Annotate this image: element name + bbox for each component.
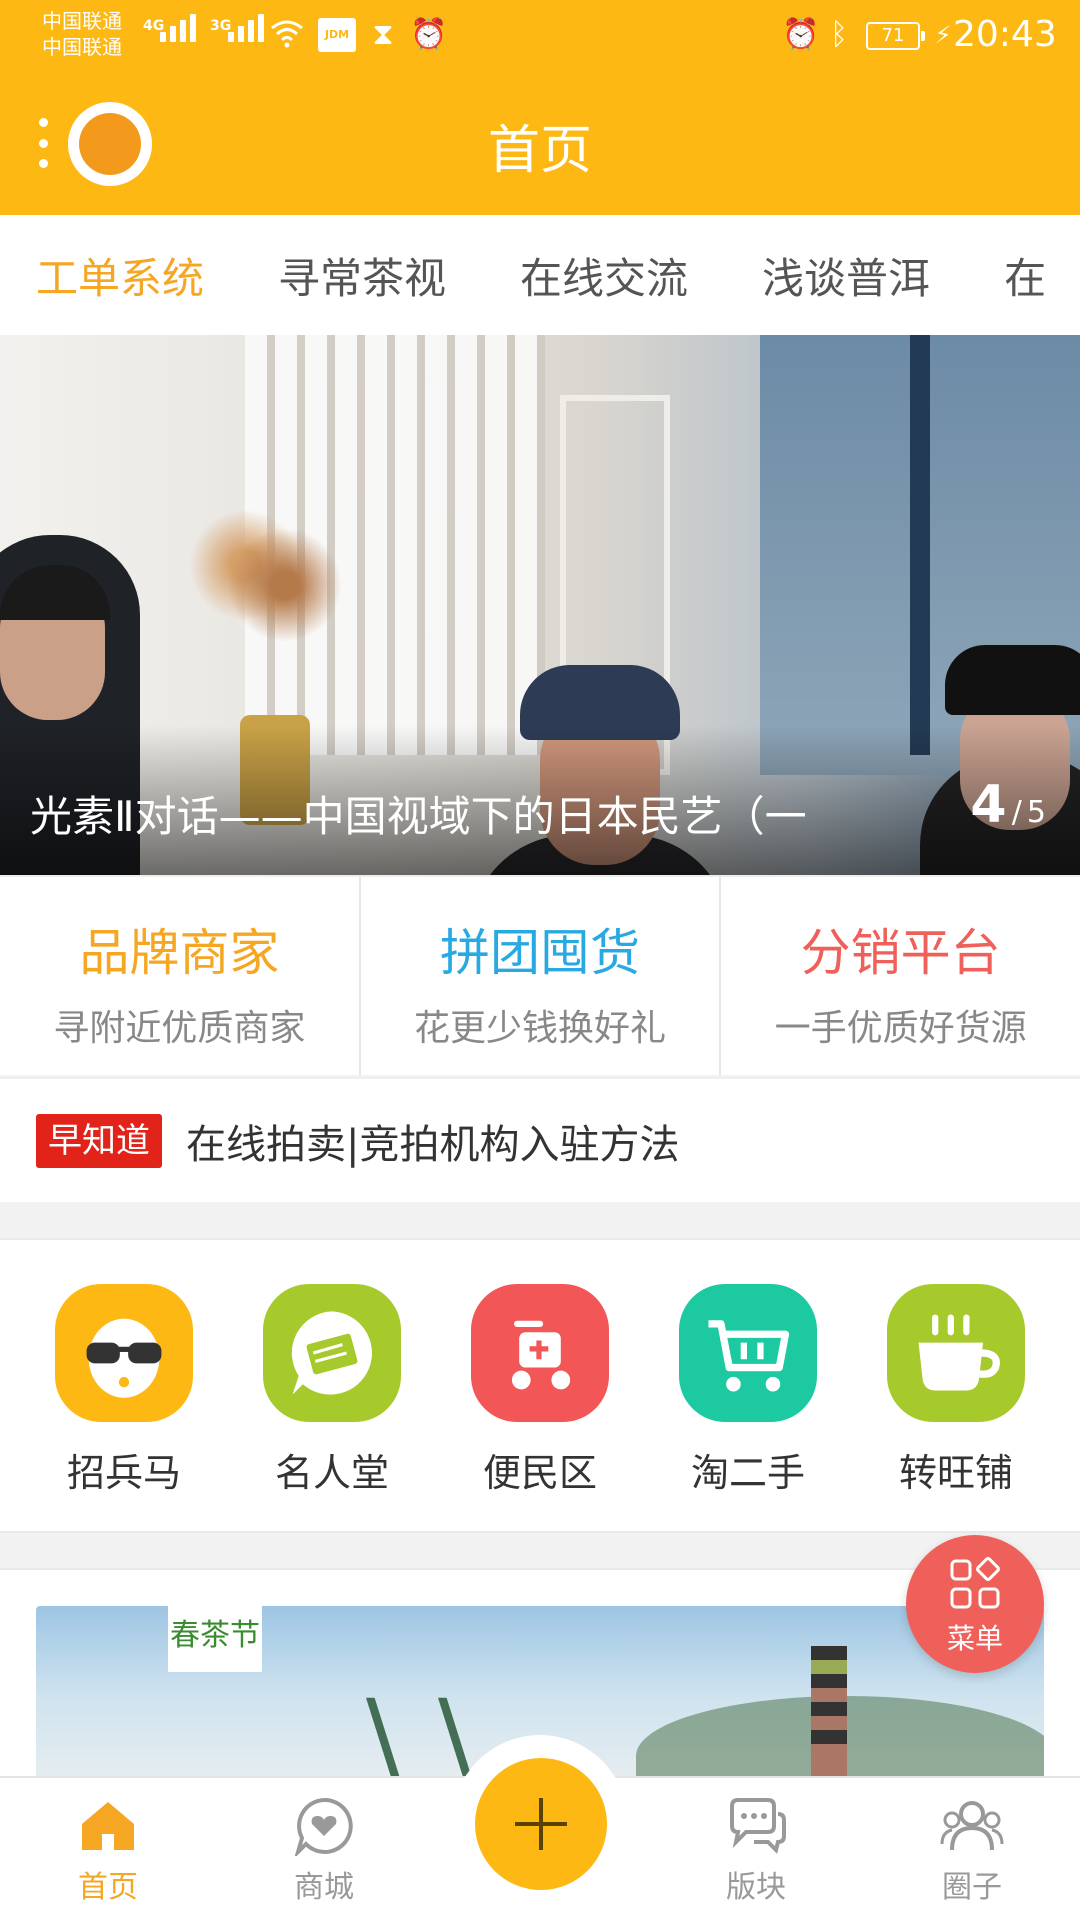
promo-title: 品牌商家 bbox=[79, 924, 280, 982]
bluetooth-icon: ᛒ bbox=[830, 17, 848, 52]
banner-logo: 春茶节 bbox=[168, 1606, 262, 1672]
promo-subtitle: 花更少钱换好礼 bbox=[414, 1008, 667, 1049]
status-time: 20:43 bbox=[953, 14, 1057, 55]
add-post-button[interactable] bbox=[475, 1758, 607, 1890]
ticker-badge: 早知道 bbox=[36, 1113, 162, 1168]
category-tabs: 工单系统 寻常茶视 在线交流 浅谈普洱 在 bbox=[0, 215, 1080, 335]
quick-item-convenience[interactable]: 便民区 bbox=[450, 1284, 630, 1531]
quick-item-label: 名人堂 bbox=[274, 1451, 389, 1495]
heart-bubble-icon bbox=[293, 1797, 353, 1859]
promo-subtitle: 寻附近优质商家 bbox=[53, 1008, 306, 1049]
alarm-app-icon: ⏰ bbox=[410, 17, 448, 52]
quick-item-label: 淘二手 bbox=[690, 1451, 805, 1495]
tab-online-chat[interactable]: 在线交流 bbox=[520, 245, 688, 306]
carousel-current: 4 bbox=[970, 775, 1007, 835]
brush-calligraphy: \ \ bbox=[366, 1676, 476, 1786]
carrier-1: 中国联通 bbox=[42, 9, 122, 33]
promo-group-buy[interactable]: 拼团囤货 花更少钱换好礼 bbox=[361, 877, 722, 1075]
tab-work-order[interactable]: 工单系统 bbox=[36, 245, 204, 306]
app-header: 首页 bbox=[0, 70, 1080, 215]
coffee-cup-icon bbox=[887, 1284, 1025, 1422]
quick-item-secondhand[interactable]: 淘二手 bbox=[658, 1284, 838, 1531]
nav-sections[interactable]: 版块 bbox=[648, 1778, 864, 1920]
cart-icon bbox=[679, 1284, 817, 1422]
hero-caption: 光素Ⅱ对话——中国视域下的日本民艺（一 bbox=[30, 792, 807, 841]
hero-carousel[interactable]: 光素Ⅱ对话——中国视域下的日本民艺（一 4 / 5 bbox=[0, 335, 1080, 875]
promo-subtitle: 一手优质好货源 bbox=[774, 1008, 1027, 1049]
page-title: 首页 bbox=[487, 121, 592, 181]
chat-ticket-icon bbox=[263, 1284, 401, 1422]
nav-label: 版块 bbox=[726, 1870, 786, 1905]
tab-tea-view[interactable]: 寻常茶视 bbox=[278, 245, 446, 306]
carrier-2: 中国联通 bbox=[42, 35, 122, 59]
home-icon bbox=[82, 1802, 134, 1850]
nav-label: 圈子 bbox=[942, 1870, 1002, 1905]
quick-item-label: 招兵马 bbox=[66, 1451, 181, 1495]
jdm-app-icon: JDM bbox=[318, 18, 356, 52]
quick-icons: 招兵马 名人堂 便民区 淘二手 转旺铺 bbox=[0, 1238, 1080, 1533]
promo-brand-merchants[interactable]: 品牌商家 寻附近优质商家 bbox=[0, 877, 361, 1075]
promo-cards: 品牌商家 寻附近优质商家 拼团囤货 花更少钱换好礼 分销平台 一手优质好货源 bbox=[0, 875, 1080, 1075]
status-bar: 中国联通 中国联通 4G 3G JDM ⧗ ⏰ ⏰ ᛒ 71 ⚡ 20:43 bbox=[0, 0, 1080, 70]
menu-fab-label: 菜单 bbox=[946, 1622, 1003, 1655]
scooter-icon bbox=[471, 1284, 609, 1422]
tab-more[interactable]: 在 bbox=[1004, 245, 1046, 306]
news-ticker[interactable]: 早知道 在线拍卖|竞拍机构入驻方法 bbox=[0, 1077, 1080, 1202]
signal-icon bbox=[160, 14, 196, 42]
carousel-separator: / bbox=[1011, 795, 1022, 830]
quick-item-hall-of-fame[interactable]: 名人堂 bbox=[242, 1284, 422, 1531]
people-icon bbox=[940, 1801, 1004, 1851]
wifi-icon bbox=[270, 18, 304, 52]
nav-circle[interactable]: 圈子 bbox=[864, 1778, 1080, 1920]
chat-bubbles-icon bbox=[730, 1798, 786, 1854]
ticker-headline[interactable]: 在线拍卖|竞拍机构入驻方法 bbox=[186, 1112, 679, 1170]
carrier-names: 中国联通 中国联通 bbox=[42, 8, 122, 60]
grid-menu-icon bbox=[950, 1557, 1000, 1609]
promo-title: 分销平台 bbox=[800, 924, 1001, 982]
nav-home[interactable]: 首页 bbox=[0, 1778, 216, 1920]
plus-icon bbox=[515, 1798, 567, 1850]
menu-fab[interactable]: 菜单 bbox=[906, 1535, 1044, 1673]
promo-title: 拼团囤货 bbox=[440, 924, 640, 982]
sunglasses-face-icon bbox=[55, 1284, 193, 1422]
quick-item-label: 便民区 bbox=[482, 1451, 597, 1495]
carousel-counter: 4 / 5 bbox=[970, 775, 1046, 835]
carousel-total: 5 bbox=[1026, 795, 1046, 830]
quick-item-recruit[interactable]: 招兵马 bbox=[34, 1284, 214, 1531]
quick-item-label: 转旺铺 bbox=[898, 1451, 1013, 1495]
quick-item-shop-transfer[interactable]: 转旺铺 bbox=[866, 1284, 1046, 1531]
pagoda-image bbox=[811, 1646, 847, 1786]
nav-label: 首页 bbox=[78, 1870, 138, 1905]
hourglass-icon: ⧗ bbox=[372, 17, 394, 52]
nav-mall[interactable]: 商城 bbox=[216, 1778, 432, 1920]
nav-label: 商城 bbox=[294, 1870, 354, 1905]
alarm-icon: ⏰ bbox=[782, 17, 820, 52]
battery-icon: 71 bbox=[866, 22, 925, 50]
promo-distribution[interactable]: 分销平台 一手优质好货源 bbox=[721, 877, 1080, 1075]
signal-icon-2 bbox=[228, 14, 264, 42]
tab-puer[interactable]: 浅谈普洱 bbox=[762, 245, 930, 306]
